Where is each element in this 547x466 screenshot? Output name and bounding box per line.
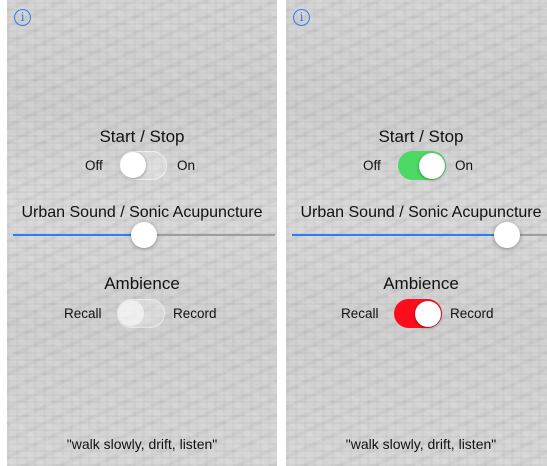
start-stop-title: Start / Stop [378, 127, 464, 146]
toggle-knob [120, 152, 146, 178]
info-icon[interactable]: i [14, 9, 31, 26]
record-label: Record [450, 306, 494, 321]
footer-quote: "walk slowly, drift, listen" [66, 436, 218, 452]
recall-label: Recall [341, 306, 379, 321]
app-screen-left: i Start / Stop Off On Urban Sound / Soni… [7, 0, 277, 466]
start-stop-title: Start / Stop [99, 127, 185, 146]
record-label: Record [173, 306, 217, 321]
ambience-toggle[interactable] [117, 299, 165, 328]
start-off-label: Off [85, 158, 103, 173]
toggle-knob [418, 152, 445, 179]
recall-label: Recall [64, 306, 102, 321]
slider-thumb[interactable] [131, 222, 157, 248]
urban-sound-slider[interactable] [13, 222, 275, 248]
start-stop-toggle[interactable] [119, 151, 167, 180]
toggle-knob [118, 300, 144, 326]
ambience-title: Ambience [104, 274, 180, 293]
slider-fill [292, 234, 507, 236]
toggle-knob [414, 300, 441, 327]
urban-sound-slider[interactable] [292, 222, 547, 248]
sound-slider-label: Urban Sound / Sonic Acupuncture [21, 204, 263, 221]
ambience-title: Ambience [383, 274, 459, 293]
start-stop-toggle[interactable] [398, 151, 446, 180]
info-icon[interactable]: i [293, 9, 310, 26]
slider-thumb[interactable] [494, 222, 520, 248]
start-on-label: On [177, 158, 196, 173]
slider-fill [13, 234, 144, 236]
ambience-toggle[interactable] [394, 299, 442, 328]
start-on-label: On [455, 158, 474, 173]
app-screen-right: i Start / Stop Off On Urban Sound / Soni… [286, 0, 547, 466]
sound-slider-label: Urban Sound / Sonic Acupuncture [300, 204, 542, 221]
footer-quote: "walk slowly, drift, listen" [345, 436, 497, 452]
start-off-label: Off [363, 158, 381, 173]
